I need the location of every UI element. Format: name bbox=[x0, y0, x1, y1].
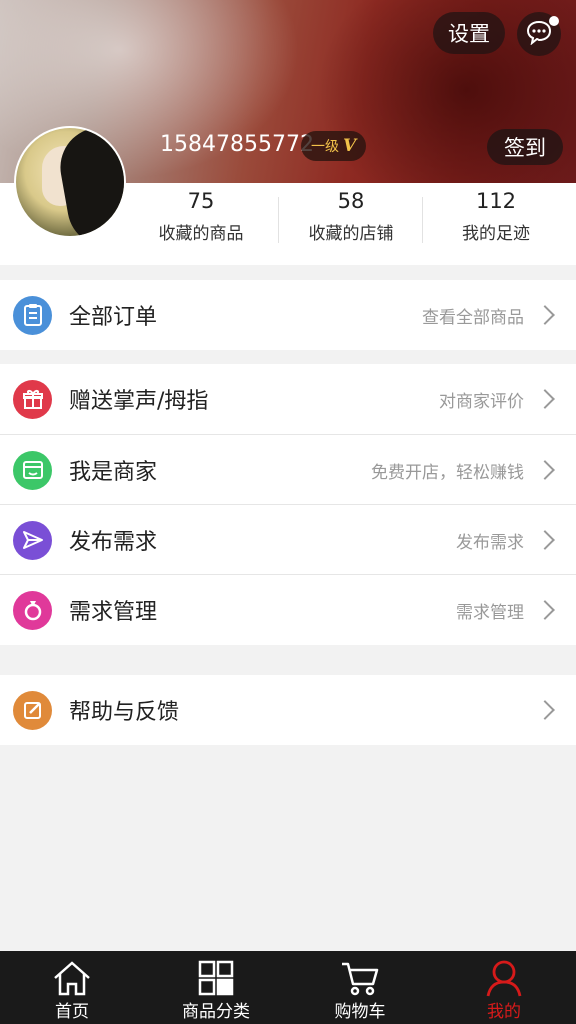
menu-gift-applause[interactable]: 赠送掌声/拇指 对商家评价 bbox=[0, 364, 576, 434]
message-button[interactable] bbox=[517, 12, 561, 56]
menu-title: 帮助与反馈 bbox=[69, 700, 180, 725]
chevron-right-icon bbox=[535, 305, 555, 325]
menu-manage-demand[interactable]: 需求管理 需求管理 bbox=[0, 575, 576, 645]
cart-icon bbox=[339, 959, 381, 997]
chevron-right-icon bbox=[535, 600, 555, 620]
home-icon bbox=[51, 959, 93, 997]
chevron-right-icon bbox=[535, 700, 555, 720]
stat-value: 58 bbox=[337, 189, 365, 213]
gift-icon bbox=[13, 379, 52, 419]
signin-label: 签到 bbox=[504, 136, 546, 160]
stat-footprint[interactable]: 112 我的足迹 bbox=[426, 183, 566, 244]
menu-subtitle: 免费开店，轻松赚钱 bbox=[371, 462, 524, 483]
menu-title: 发布需求 bbox=[69, 530, 158, 555]
tab-label: 商品分类 bbox=[182, 1002, 250, 1022]
settings-button[interactable]: 设置 bbox=[433, 12, 505, 54]
signin-button[interactable]: 签到 bbox=[487, 129, 563, 165]
stat-label: 我的足迹 bbox=[462, 224, 530, 244]
stat-value: 75 bbox=[187, 189, 215, 213]
menu-subtitle: 需求管理 bbox=[456, 602, 524, 623]
chevron-right-icon bbox=[535, 389, 555, 409]
menu-subtitle: 发布需求 bbox=[456, 532, 524, 553]
stat-value: 112 bbox=[475, 189, 517, 213]
menu-subtitle: 查看全部商品 bbox=[422, 307, 524, 328]
menu-merchant[interactable]: 我是商家 免费开店，轻松赚钱 bbox=[0, 435, 576, 505]
paper-plane-icon bbox=[13, 520, 52, 560]
clipboard-icon bbox=[13, 295, 52, 335]
vip-mark: V bbox=[343, 136, 357, 156]
tab-label: 首页 bbox=[55, 1002, 89, 1022]
avatar[interactable] bbox=[14, 126, 126, 238]
level-text: 一级 bbox=[311, 139, 339, 155]
edit-icon bbox=[13, 690, 52, 730]
divider bbox=[422, 197, 423, 243]
menu-help-feedback[interactable]: 帮助与反馈 bbox=[0, 675, 576, 745]
tab-label: 我的 bbox=[487, 1002, 521, 1022]
stat-favorite-goods[interactable]: 75 收藏的商品 bbox=[131, 183, 271, 244]
menu-subtitle: 对商家评价 bbox=[439, 391, 524, 412]
menu-title: 我是商家 bbox=[69, 460, 158, 485]
store-icon bbox=[13, 450, 52, 490]
chevron-right-icon bbox=[535, 460, 555, 480]
menu-title: 需求管理 bbox=[69, 600, 158, 625]
menu-title: 赠送掌声/拇指 bbox=[69, 389, 209, 414]
stat-label: 收藏的商品 bbox=[158, 224, 244, 244]
chevron-right-icon bbox=[535, 530, 555, 550]
tab-mine[interactable]: 我的 bbox=[432, 951, 576, 1024]
settings-label: 设置 bbox=[448, 22, 490, 46]
user-icon bbox=[483, 959, 525, 997]
stat-favorite-shops[interactable]: 58 收藏的店铺 bbox=[281, 183, 421, 244]
tab-categories[interactable]: 商品分类 bbox=[144, 951, 288, 1024]
stat-label: 收藏的店铺 bbox=[308, 224, 394, 244]
bottom-tab-bar: 首页 商品分类 购物车 我的 bbox=[0, 951, 576, 1024]
grid-icon bbox=[195, 959, 237, 997]
tab-home[interactable]: 首页 bbox=[0, 951, 144, 1024]
menu-all-orders[interactable]: 全部订单 查看全部商品 bbox=[0, 280, 576, 350]
tab-label: 购物车 bbox=[334, 1002, 386, 1022]
avatar-hair bbox=[54, 128, 124, 236]
phone-number: 15847855772 bbox=[160, 132, 314, 157]
level-badge: 一级 V bbox=[301, 131, 367, 161]
unread-dot bbox=[549, 16, 559, 26]
ring-icon bbox=[13, 590, 52, 630]
menu-publish-demand[interactable]: 发布需求 发布需求 bbox=[0, 505, 576, 575]
tab-cart[interactable]: 购物车 bbox=[288, 951, 432, 1024]
menu-title: 全部订单 bbox=[69, 305, 158, 330]
divider bbox=[278, 197, 279, 243]
